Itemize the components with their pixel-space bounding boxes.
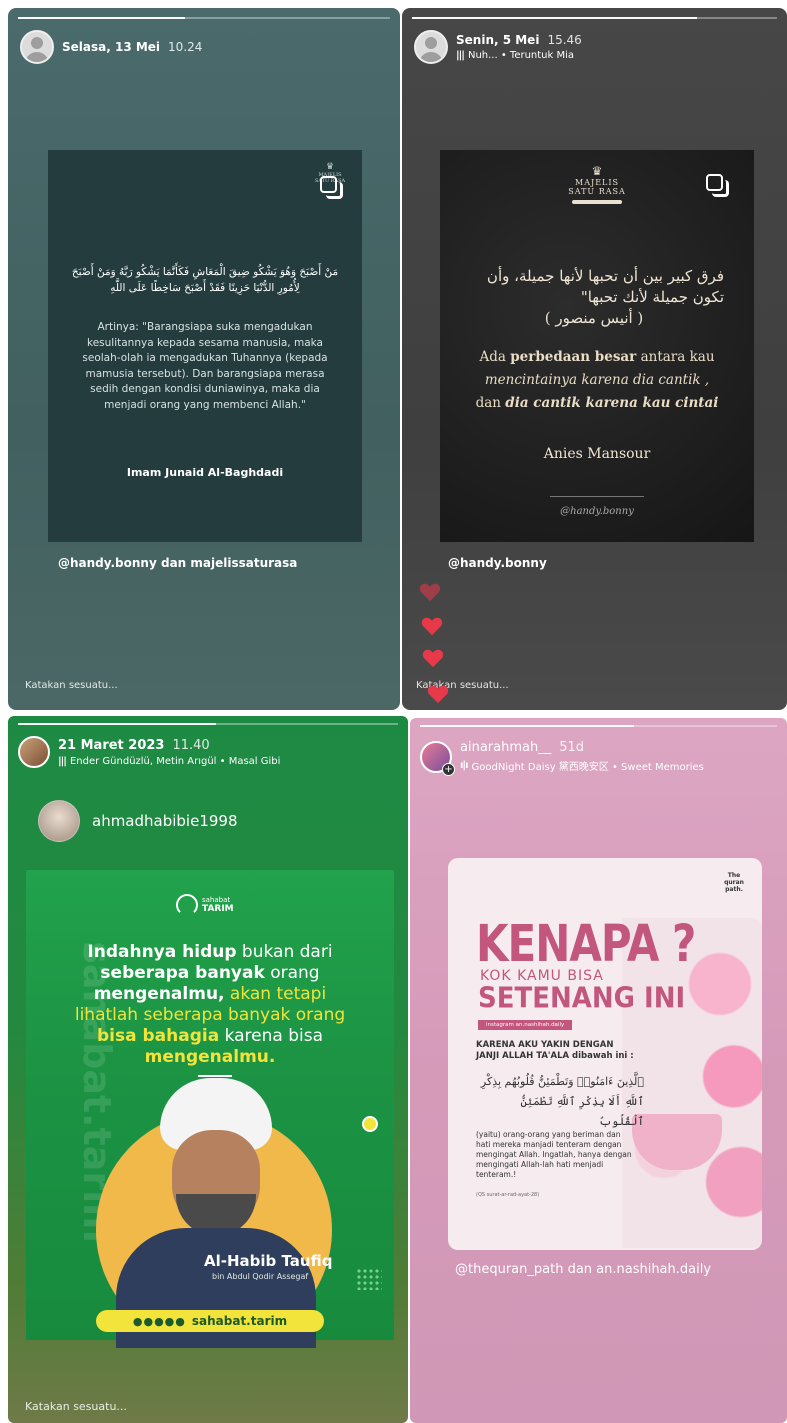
social-bar: ●●●●● sahabat.tarim	[96, 1310, 324, 1332]
portrait-photo	[116, 1078, 316, 1348]
story-progress-bar	[18, 17, 390, 19]
repost-user[interactable]: ahmadhabibie1998	[38, 800, 238, 842]
story-header: 21 Maret 2023 11.40 ||| Ender Gündüzlü, Me…	[18, 736, 280, 768]
avatar[interactable]: +	[420, 740, 455, 776]
translation-text: Artinya: "Barangsiapa suka mengadukan ke…	[82, 321, 328, 411]
story-date: 21 Maret 2023	[58, 737, 165, 753]
arabic-quote: فرق كبير بين أن تحبها لأنها جميلة، وأن ت…	[486, 267, 724, 327]
dot-grid	[356, 1268, 382, 1290]
divider	[198, 1075, 232, 1077]
headline: KENAPA ?	[476, 914, 696, 973]
story-panel-1[interactable]: Selasa, 13 Mei 10.24 ♛ MAJELIS SATU RASA …	[8, 8, 400, 710]
story-time: 10.24	[168, 40, 203, 54]
avatar[interactable]	[18, 736, 50, 768]
multi-post-icon	[320, 176, 344, 200]
mention-text[interactable]: @handy.bonny dan majelissaturasa	[58, 556, 297, 570]
quote-text: Ada perbedaan besar antara kau mencintai…	[475, 349, 719, 411]
reply-input[interactable]: Katakan sesuatu...	[25, 1400, 127, 1413]
brand-logo: sahabat TARIM	[176, 894, 234, 916]
avatar[interactable]	[20, 30, 54, 64]
story-progress-bar	[420, 725, 777, 727]
subheadline-2: SETENANG INI	[478, 982, 686, 1015]
arabic-quote: مَنْ أَصْبَحَ وَهُوَ يَشْكُو ضِيقَ الْمَ…	[71, 266, 339, 294]
decor-dot	[362, 1116, 378, 1132]
music-info[interactable]: Nuh... • Teruntuk Mia	[468, 50, 574, 61]
brand-logo: The quran path.	[724, 872, 744, 893]
heart-reaction-icon	[427, 685, 449, 704]
author-name: Imam Junaid Al-Baghdadi	[126, 466, 284, 479]
reply-input[interactable]: Katakan sesuatu...	[25, 680, 118, 691]
divider	[550, 496, 644, 497]
music-bars-icon: ı|ı	[460, 760, 468, 771]
instagram-tag: instagram an.nashihah.daily	[478, 1020, 573, 1030]
heart-reaction-icon	[421, 617, 443, 636]
add-story-icon: +	[442, 762, 455, 776]
story-post-card: sahabat TARIM sahabat.tarim Indahnya hid…	[26, 870, 394, 1348]
story-header: Selasa, 13 Mei 10.24	[20, 30, 202, 64]
body-text: (yaitu) orang-orang yang beriman dan hat…	[476, 1130, 632, 1179]
story-header: Senin, 5 Mei 15.46 ||| Nuh... • Teruntuk M…	[414, 30, 582, 64]
lead-text: KARENA AKU YAKIN DENGAN JANJI ALLAH TA'A…	[476, 1040, 634, 1061]
music-bars-icon: |||	[456, 50, 465, 61]
story-post-card: ♛ MAJELIS SATU RASA فرق كبير بين أن تحبه…	[440, 150, 754, 542]
heart-reaction-icon	[422, 649, 444, 668]
verse-reference: (QS surat-ar-rad-ayat-28)	[476, 1192, 540, 1198]
quote-text: Indahnya hidup bukan dari seberapa banya…	[74, 942, 346, 1067]
username[interactable]: ainarahmah__	[460, 740, 551, 755]
card-handle: @handy.bonny	[560, 506, 634, 517]
social-icons: ●●●●●	[132, 1314, 186, 1328]
story-post-card: ♛ MAJELIS SATU RASA مَنْ أَصْبَحَ وَهُوَ…	[48, 150, 362, 542]
heart-reaction-icon	[419, 583, 441, 602]
multi-post-icon	[706, 174, 730, 198]
music-bars-icon: |||	[58, 755, 67, 767]
story-panel-2[interactable]: Senin, 5 Mei 15.46 ||| Nuh... • Teruntuk M…	[402, 8, 787, 710]
music-info[interactable]: GoodNight Daisy 黛西晚安区 • Sweet Memories	[472, 758, 704, 773]
avatar[interactable]	[414, 30, 448, 64]
avatar	[38, 800, 80, 842]
person-name: Al-Habib Taufiq	[204, 1252, 333, 1270]
music-info[interactable]: Ender Gündüzlü, Metin Arıgül • Masal Gib…	[70, 756, 280, 767]
story-date: Senin, 5 Mei	[456, 33, 540, 47]
story-time: 11.40	[172, 737, 210, 753]
headphones-icon	[176, 894, 198, 916]
mention-text[interactable]: @handy.bonny	[448, 556, 547, 570]
story-time: 15.46	[547, 33, 582, 47]
story-age: 51d	[559, 740, 584, 755]
story-date: Selasa, 13 Mei	[62, 40, 161, 54]
social-handle: sahabat.tarim	[191, 1314, 288, 1328]
story-progress-bar	[412, 17, 777, 19]
author-name: Anies Mansour	[543, 446, 651, 462]
story-progress-bar	[18, 723, 398, 725]
story-post-card: The quran path. KENAPA ? KOK KAMU BISA S…	[448, 858, 762, 1250]
username: ahmadhabibie1998	[92, 812, 238, 830]
person-subtitle: bin Abdul Qodir Assegaf	[212, 1272, 309, 1281]
arabic-verse: ٱلَّذِينَ ءَامَنُوا۟ وَتَطْمَئِنُّ قُلُو…	[480, 1075, 644, 1128]
story-header: + ainarahmah__ 51d ı|ı GoodNight Daisy 黛西晚…	[420, 740, 704, 776]
mention-text[interactable]: @thequran_path dan an.nashihah.daily	[455, 1262, 711, 1277]
